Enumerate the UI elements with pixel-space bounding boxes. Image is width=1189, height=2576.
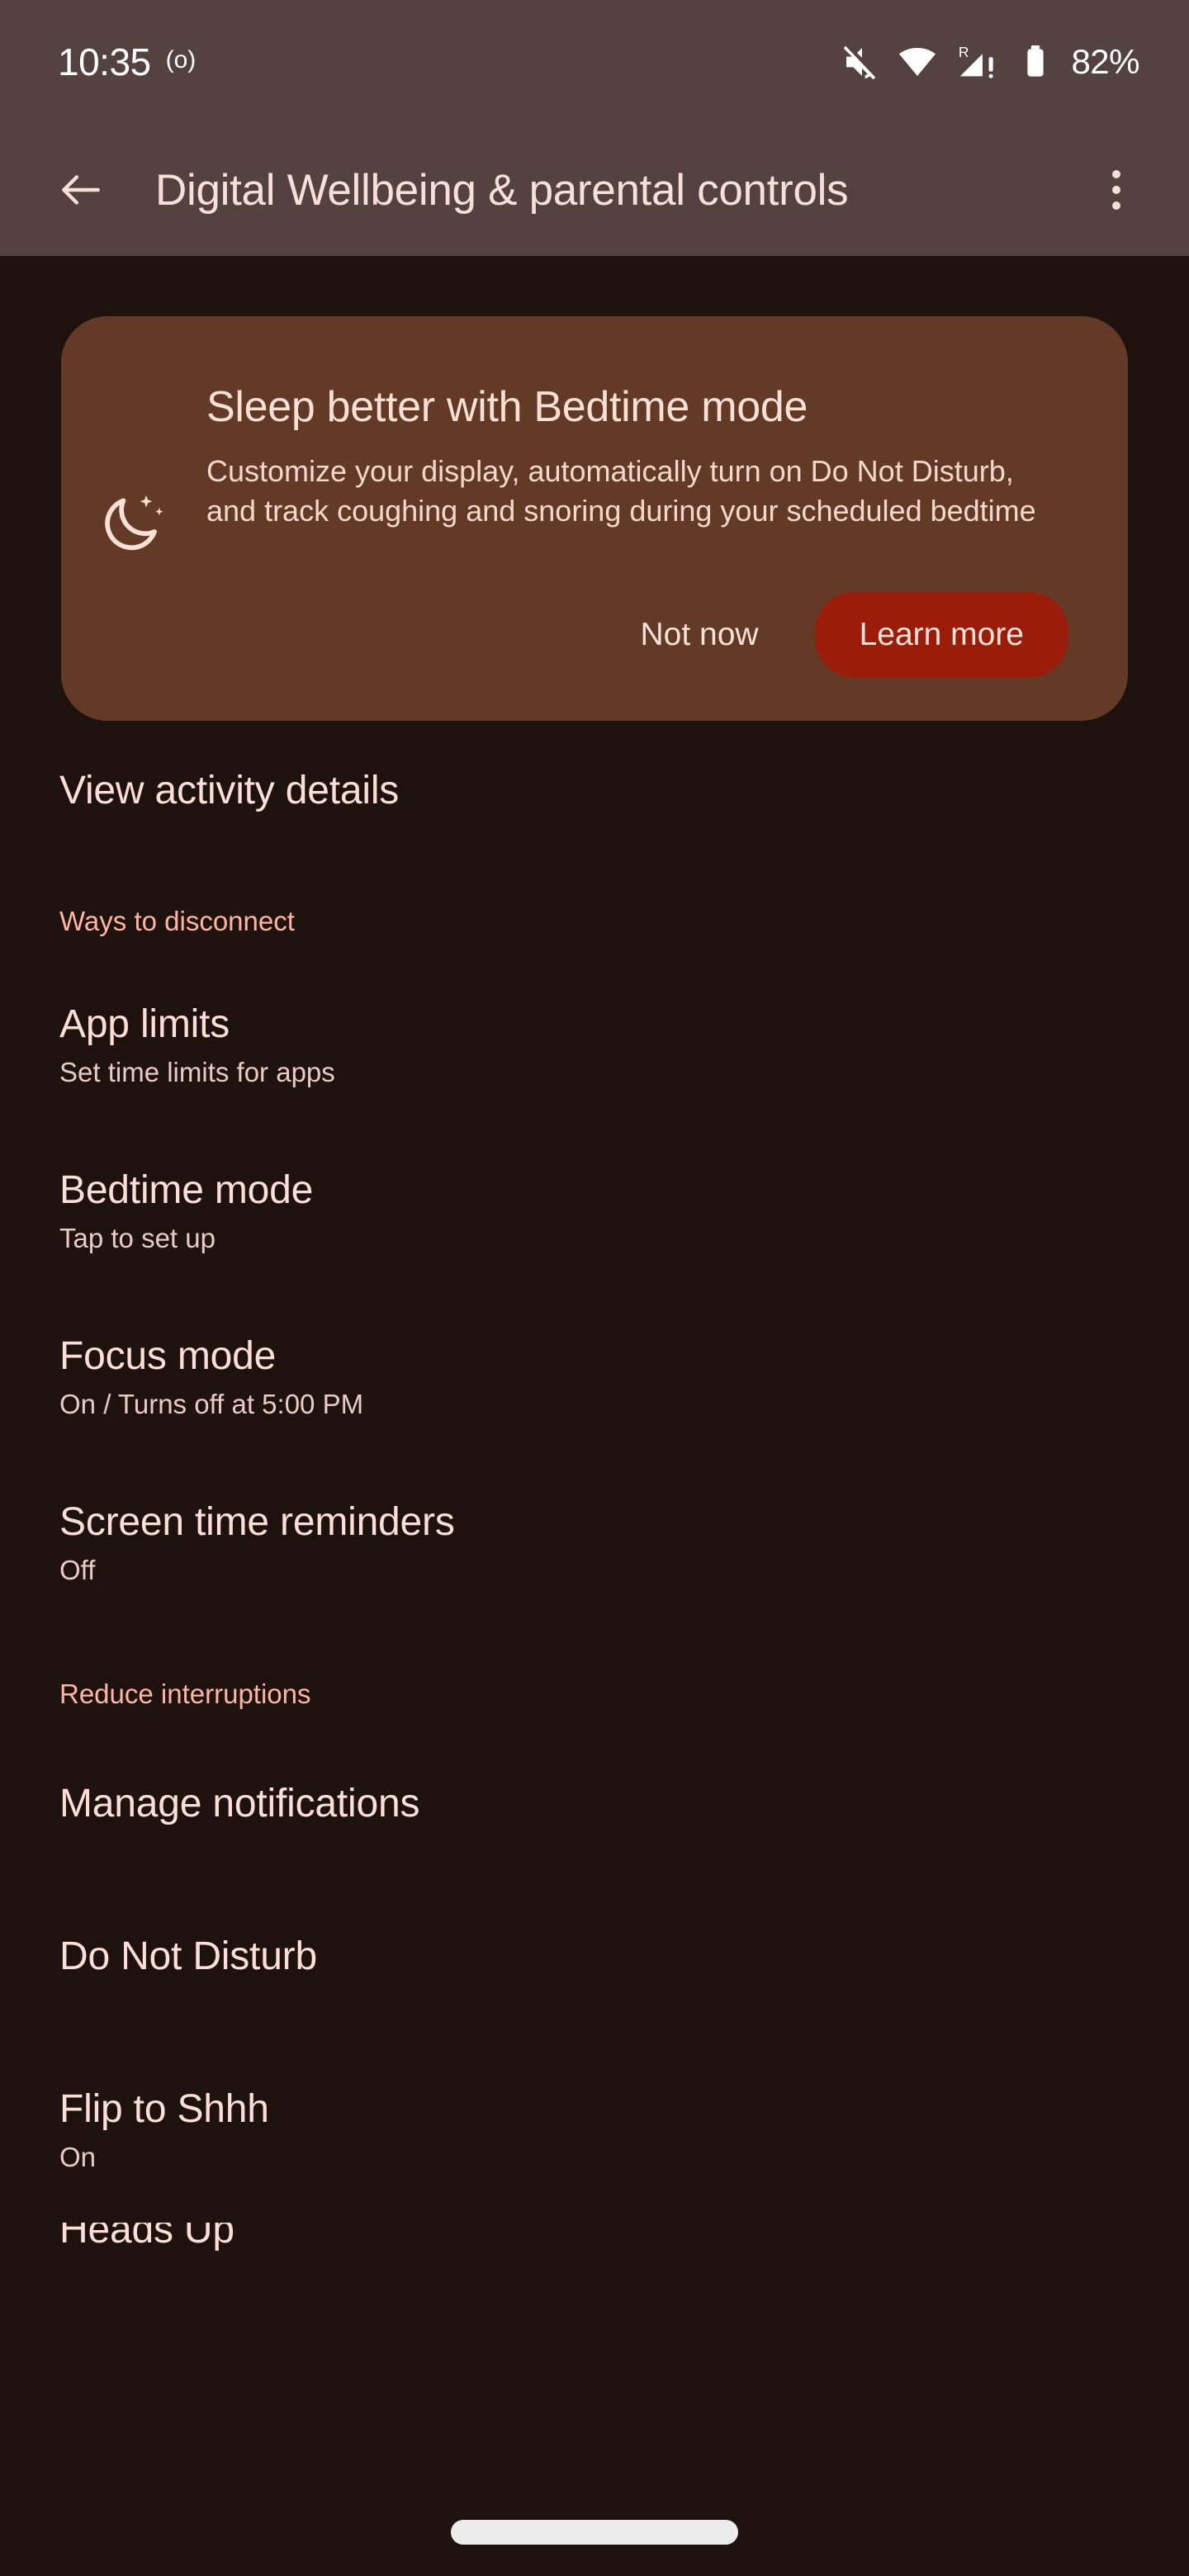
- scroll-content[interactable]: Unlocks Notifications Sleep better with …: [0, 0, 1189, 2576]
- not-now-button[interactable]: Not now: [612, 595, 786, 675]
- list-item-flip-to-shhh[interactable]: Flip to Shhh On: [0, 2086, 1189, 2173]
- screen-time-reminders-subtitle: Off: [59, 1555, 1130, 1586]
- settings-list: View activity details Ways to disconnect…: [0, 768, 1189, 2251]
- bedtime-mode-subtitle: Tap to set up: [59, 1223, 1130, 1254]
- battery-icon: [1021, 42, 1049, 82]
- promo-title: Sleep better with Bedtime mode: [206, 382, 1068, 432]
- bedtime-mode-title: Bedtime mode: [59, 1167, 1130, 1213]
- list-item-do-not-disturb[interactable]: Do Not Disturb: [0, 1934, 1189, 1979]
- list-item-bedtime-mode[interactable]: Bedtime mode Tap to set up: [0, 1167, 1189, 1254]
- status-bar-right: R 82%: [840, 42, 1139, 82]
- app-bar: Digital Wellbeing & parental controls: [0, 124, 1189, 256]
- screen-time-reminders-title: Screen time reminders: [59, 1499, 1130, 1545]
- flip-to-shhh-title: Flip to Shhh: [59, 2086, 1130, 2132]
- learn-more-button[interactable]: Learn more: [815, 592, 1068, 678]
- view-activity-details-label: View activity details: [59, 768, 1130, 813]
- back-button[interactable]: [41, 150, 121, 230]
- view-activity-details-row[interactable]: View activity details: [0, 768, 1189, 813]
- promo-description: Customize your display, automatically tu…: [206, 452, 1040, 530]
- cellular-roaming-icon: R: [955, 42, 1003, 82]
- list-item-clipped-bottom[interactable]: Heads Up: [0, 2223, 1189, 2251]
- status-bar-clock: 10:35: [58, 40, 151, 84]
- status-bar-left: 10:35 (o): [58, 40, 196, 84]
- notification-badge-icon: (o): [166, 46, 197, 74]
- promo-actions: Not now Learn more: [612, 592, 1068, 678]
- home-gesture-bar[interactable]: [451, 2520, 738, 2545]
- do-not-disturb-title: Do Not Disturb: [59, 1934, 1130, 1979]
- bedtime-moon-icon: [61, 316, 206, 721]
- section-header-reduce-interruptions: Reduce interruptions: [0, 1679, 1189, 1710]
- overflow-menu-icon[interactable]: [1083, 150, 1149, 230]
- battery-percent-label: 82%: [1071, 42, 1139, 82]
- svg-text:R: R: [959, 44, 969, 60]
- page-title: Digital Wellbeing & parental controls: [155, 165, 1083, 215]
- mute-icon: [840, 42, 879, 82]
- focus-mode-title: Focus mode: [59, 1333, 1130, 1379]
- app-limits-subtitle: Set time limits for apps: [59, 1057, 1130, 1088]
- wifi-icon: [898, 42, 937, 82]
- list-item-manage-notifications[interactable]: Manage notifications: [0, 1781, 1189, 1826]
- phone-screen: Unlocks Notifications Sleep better with …: [0, 0, 1189, 2576]
- status-bar: 10:35 (o) R: [0, 0, 1189, 124]
- bedtime-promo-card[interactable]: Sleep better with Bedtime mode Customize…: [61, 316, 1128, 721]
- focus-mode-subtitle: On / Turns off at 5:00 PM: [59, 1389, 1130, 1420]
- flip-to-shhh-subtitle: On: [59, 2142, 1130, 2173]
- app-limits-title: App limits: [59, 1002, 1130, 1047]
- clipped-bottom-title: Heads Up: [59, 2223, 1130, 2237]
- list-item-screen-time-reminders[interactable]: Screen time reminders Off: [0, 1499, 1189, 1586]
- section-header-ways-to-disconnect: Ways to disconnect: [0, 906, 1189, 937]
- list-item-app-limits[interactable]: App limits Set time limits for apps: [0, 1002, 1189, 1088]
- manage-notifications-title: Manage notifications: [59, 1781, 1130, 1826]
- list-item-focus-mode[interactable]: Focus mode On / Turns off at 5:00 PM: [0, 1333, 1189, 1420]
